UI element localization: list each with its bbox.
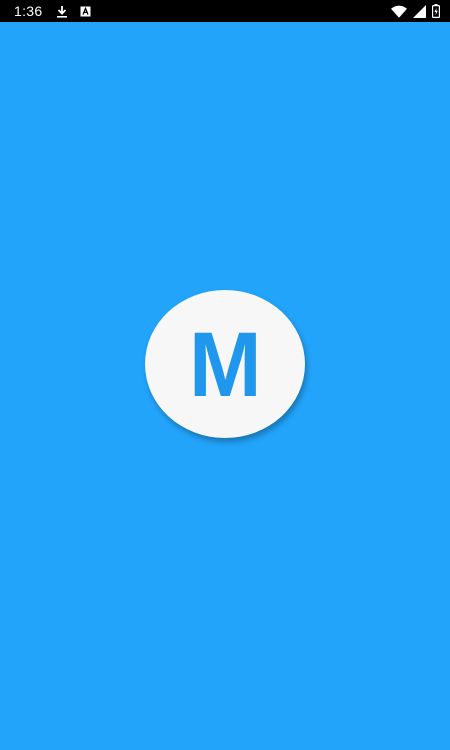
a-badge-icon (80, 6, 91, 17)
battery-icon (432, 4, 440, 18)
signal-icon (413, 4, 426, 18)
system-icons (391, 4, 440, 18)
status-time: 1:36 (14, 3, 43, 19)
notification-icons (56, 5, 91, 18)
wifi-icon (391, 5, 407, 18)
status-bar: 1:36 (0, 0, 450, 22)
download-icon (56, 5, 68, 18)
app-logo: M (145, 290, 305, 438)
logo-letter: M (188, 314, 262, 416)
